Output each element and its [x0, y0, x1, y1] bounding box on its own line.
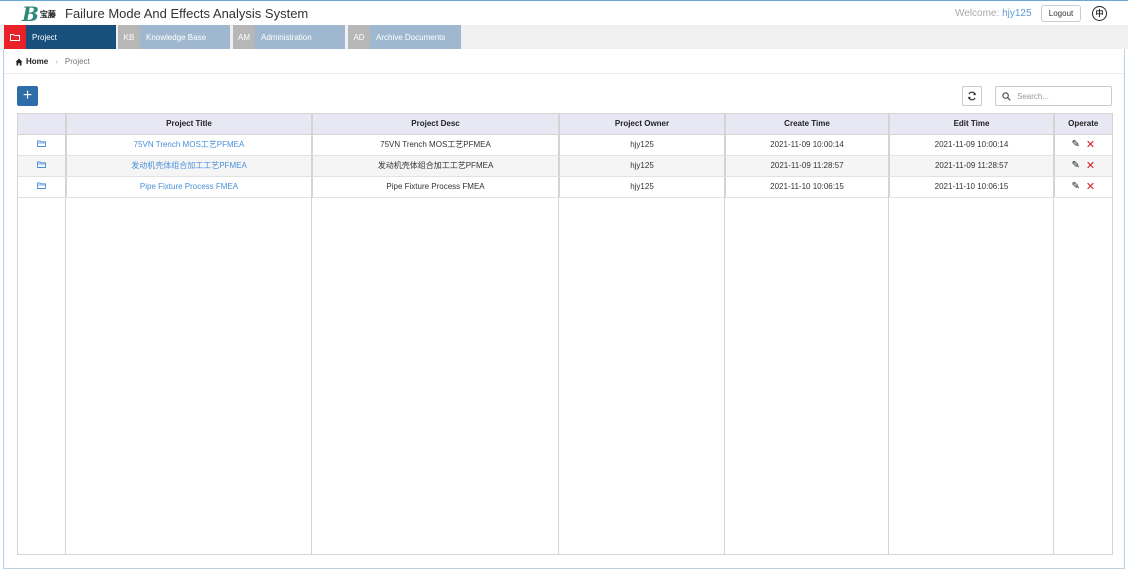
project-title-cell[interactable]: 75VN Trench MOS工艺PFMEA	[66, 134, 313, 156]
projects-grid: Project Title Project Desc Project Owner…	[18, 114, 1112, 198]
tab-label: Archive Documents	[376, 32, 446, 42]
project-title-cell[interactable]: Pipe Fixture Process FMEA	[66, 176, 313, 198]
create-time-cell: 2021-11-10 10:06:15	[725, 176, 890, 198]
logo-mark-icon: B	[22, 2, 39, 26]
logo-text: 宝藤	[39, 9, 56, 19]
breadcrumb-home[interactable]: Home	[15, 57, 48, 66]
project-title-cell[interactable]: 发动机壳体组合加工工艺PFMEA	[66, 155, 313, 177]
tab-administration[interactable]: AM Administration	[233, 25, 345, 49]
operate-cell: ✎ ✕	[1054, 176, 1112, 198]
open-folder-cell[interactable]	[18, 176, 67, 198]
app-logo: B 宝藤	[22, 3, 56, 25]
project-owner-cell: hjy125	[559, 176, 726, 198]
project-title-link[interactable]: 75VN Trench MOS工艺PFMEA	[134, 140, 245, 149]
breadcrumb: Home › Project	[15, 57, 90, 66]
refresh-icon	[968, 91, 976, 101]
open-folder-cell[interactable]	[18, 155, 67, 177]
column-header: Operate	[1054, 114, 1112, 135]
search-input[interactable]	[1017, 91, 1107, 101]
folder-icon	[4, 25, 26, 49]
divider	[4, 73, 1124, 74]
close-icon[interactable]: ✕	[1086, 180, 1095, 193]
table-row[interactable]: 发动机壳体组合加工工艺PFMEA 发动机壳体组合加工工艺PFMEA hjy125…	[18, 155, 1112, 177]
tab-abbr: AD	[348, 25, 370, 49]
tab-abbr: AM	[233, 25, 255, 49]
main-nav-tabs: Project KB Knowledge Base AM Administrat…	[0, 25, 1128, 49]
create-time-cell: 2021-11-09 11:28:57	[725, 155, 890, 177]
welcome-text: Welcome: hjy125	[955, 8, 1032, 19]
column-header[interactable]: Create Time	[725, 114, 890, 135]
tab-knowledge-base[interactable]: KB Knowledge Base	[118, 25, 230, 49]
column-header[interactable]: Project Desc	[312, 114, 560, 135]
tab-label: Administration	[261, 32, 312, 42]
project-title-link[interactable]: Pipe Fixture Process FMEA	[140, 182, 238, 191]
column-header[interactable]: Edit Time	[889, 114, 1055, 135]
folder-icon[interactable]	[37, 182, 47, 189]
username-link[interactable]: hjy125	[1002, 8, 1031, 19]
pencil-icon[interactable]: ✎	[1071, 160, 1079, 171]
project-desc-cell: 发动机壳体组合加工工艺PFMEA	[312, 155, 560, 177]
column-header[interactable]: Project Owner	[559, 114, 726, 135]
app-header: B 宝藤 Failure Mode And Effects Analysis S…	[0, 0, 1128, 25]
projects-table: Project Title Project Desc Project Owner…	[17, 113, 1113, 555]
folder-icon[interactable]	[37, 161, 47, 168]
edit-time-cell: 2021-11-09 10:00:14	[889, 134, 1055, 156]
home-icon	[15, 58, 23, 65]
close-icon[interactable]: ✕	[1086, 159, 1095, 172]
edit-time-cell: 2021-11-10 10:06:15	[889, 176, 1055, 198]
tab-label: Knowledge Base	[146, 32, 207, 42]
operate-cell: ✎ ✕	[1054, 155, 1112, 177]
close-icon[interactable]: ✕	[1086, 138, 1095, 151]
edit-time-cell: 2021-11-09 11:28:57	[889, 155, 1055, 177]
welcome-label: Welcome:	[955, 8, 1003, 19]
column-header	[18, 114, 67, 135]
breadcrumb-separator-icon: ›	[55, 57, 58, 66]
refresh-button[interactable]	[962, 86, 982, 106]
pencil-icon[interactable]: ✎	[1071, 181, 1079, 192]
project-title-link[interactable]: 发动机壳体组合加工工艺PFMEA	[131, 161, 247, 170]
search-box[interactable]	[995, 86, 1112, 106]
tab-abbr: KB	[118, 25, 140, 49]
logout-button[interactable]: Logout	[1041, 5, 1081, 22]
tab-label: Project	[32, 32, 57, 42]
breadcrumb-home-label: Home	[26, 57, 49, 66]
column-header[interactable]: Project Title	[66, 114, 313, 135]
folder-icon[interactable]	[37, 140, 47, 147]
tab-archive-documents[interactable]: AD Archive Documents	[348, 25, 461, 49]
search-icon	[1002, 91, 1011, 101]
create-time-cell: 2021-11-09 10:00:14	[725, 134, 890, 156]
add-project-button[interactable]: +	[17, 86, 38, 106]
content-panel: Home › Project + Search... Project Title…	[3, 49, 1125, 569]
operate-cell: ✎ ✕	[1054, 134, 1112, 156]
pencil-icon[interactable]: ✎	[1071, 139, 1079, 150]
open-folder-cell[interactable]	[18, 134, 67, 156]
project-owner-cell: hjy125	[559, 155, 726, 177]
app-title: Failure Mode And Effects Analysis System	[65, 6, 309, 21]
language-toggle-icon[interactable]: 中	[1092, 6, 1107, 21]
project-owner-cell: hjy125	[559, 134, 726, 156]
project-desc-cell: 75VN Trench MOS工艺PFMEA	[312, 134, 560, 156]
table-row[interactable]: 75VN Trench MOS工艺PFMEA 75VN Trench MOS工艺…	[18, 134, 1112, 156]
project-desc-cell: Pipe Fixture Process FMEA	[312, 176, 560, 198]
tab-project[interactable]: Project	[4, 25, 116, 49]
table-header-row: Project Title Project Desc Project Owner…	[18, 114, 1112, 135]
breadcrumb-current: Project	[64, 57, 90, 66]
table-row[interactable]: Pipe Fixture Process FMEA Pipe Fixture P…	[18, 176, 1112, 198]
